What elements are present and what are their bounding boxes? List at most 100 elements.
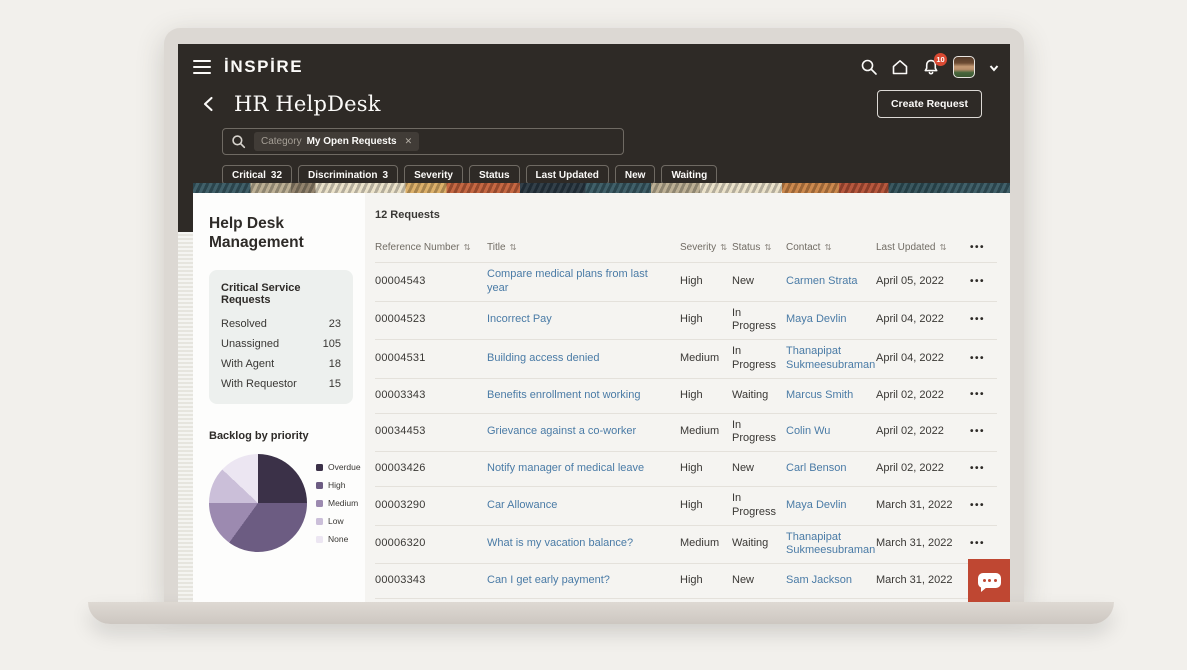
cell-status: Waiting xyxy=(732,537,786,551)
cell-status: New xyxy=(732,275,786,289)
cell-contact-link[interactable]: Colin Wu xyxy=(786,425,876,439)
cell-title-link[interactable]: Notify manager of medical leave xyxy=(487,462,680,476)
table-row[interactable]: 00003290Car AllowanceHighIn ProgressMaya… xyxy=(375,487,997,526)
filter-chip[interactable]: Status xyxy=(469,165,520,185)
table-row[interactable]: 00003343Can I get early payment?HighNewS… xyxy=(375,564,997,599)
legend-item: None xyxy=(316,534,361,544)
cell-last-updated: March 31, 2022 xyxy=(876,574,958,588)
table-row[interactable]: 00004531Building access deniedMediumIn P… xyxy=(375,340,997,379)
cell-contact-link[interactable]: Thanapipat Sukmeesubraman xyxy=(786,345,876,373)
sort-icon[interactable] xyxy=(510,242,517,253)
row-more-button[interactable] xyxy=(970,276,985,289)
home-icon[interactable] xyxy=(891,58,909,76)
filter-chip-count: 3 xyxy=(383,170,389,181)
filter-chip-label: New xyxy=(625,170,646,181)
table-row[interactable]: 00003343Benefits enrollment not workingH… xyxy=(375,379,997,414)
cell-reference-number: 00003426 xyxy=(375,462,487,476)
search-icon[interactable] xyxy=(860,58,878,76)
chevron-down-icon[interactable] xyxy=(988,61,1000,73)
cell-title-link[interactable]: Grievance against a co-worker xyxy=(487,425,680,439)
avatar[interactable] xyxy=(953,56,975,78)
column-label: Last Updated xyxy=(876,242,936,253)
cell-contact-link[interactable]: Carmen Strata xyxy=(786,275,876,289)
filter-chip-label: Severity xyxy=(414,170,453,181)
laptop-mockup: İNSPİRE 10 xyxy=(0,0,1187,670)
create-request-button[interactable]: Create Request xyxy=(877,90,982,118)
sort-icon[interactable] xyxy=(720,242,727,253)
filter-category-value: My Open Requests xyxy=(307,136,397,147)
cell-contact-link[interactable]: Thanapipat Sukmeesubraman xyxy=(786,531,876,559)
filter-chip[interactable]: New xyxy=(615,165,656,185)
cell-last-updated: April 02, 2022 xyxy=(876,462,958,476)
row-more-button[interactable] xyxy=(970,538,985,551)
filter-chip[interactable]: Discrimination3 xyxy=(298,165,398,185)
table-row[interactable]: 00034453Grievance against a co-workerMed… xyxy=(375,414,997,453)
table-actions-button[interactable] xyxy=(970,242,985,253)
sort-icon[interactable] xyxy=(764,242,771,253)
search-filter-chip[interactable]: Category My Open Requests ✕ xyxy=(254,132,419,151)
bell-icon[interactable]: 10 xyxy=(922,58,940,76)
back-button[interactable] xyxy=(200,95,218,113)
critical-requests-card: Critical Service Requests Resolved23Unas… xyxy=(209,270,353,404)
cell-last-updated: April 04, 2022 xyxy=(876,352,958,366)
cell-contact-link[interactable]: Marcus Smith xyxy=(786,389,876,403)
legend-swatch xyxy=(316,464,323,471)
cell-reference-number: 00004543 xyxy=(375,275,487,289)
cell-title-link[interactable]: Car Allowance xyxy=(487,499,680,513)
cell-title-link[interactable]: Can I get early payment? xyxy=(487,574,680,588)
cell-contact-link[interactable]: Maya Devlin xyxy=(786,313,876,327)
close-icon[interactable]: ✕ xyxy=(405,136,413,147)
request-count: 12 Requests xyxy=(375,209,997,221)
chat-button[interactable] xyxy=(968,559,1010,602)
column-header: Status xyxy=(732,242,786,253)
row-more-button[interactable] xyxy=(970,426,985,439)
row-more-button[interactable] xyxy=(970,500,985,513)
requests-panel: 12 Requests Reference NumberTitleSeverit… xyxy=(365,193,1010,602)
cell-reference-number: 00006320 xyxy=(375,537,487,551)
cell-title-link[interactable]: What is my vacation balance? xyxy=(487,537,680,551)
cell-reference-number: 00004523 xyxy=(375,313,487,327)
cell-reference-number: 00003290 xyxy=(375,499,487,513)
cell-title-link[interactable]: Benefits enrollment not working xyxy=(487,389,680,403)
cell-contact-link[interactable]: Carl Benson xyxy=(786,462,876,476)
legend-swatch xyxy=(316,482,323,489)
cell-contact-link[interactable]: Maya Devlin xyxy=(786,499,876,513)
row-more-button[interactable] xyxy=(970,389,985,402)
legend-label: Low xyxy=(328,516,344,526)
table-header: Reference NumberTitleSeverityStatusConta… xyxy=(375,242,997,263)
cell-contact-link[interactable]: Sam Jackson xyxy=(786,574,876,588)
stat-label: With Requestor xyxy=(221,378,297,390)
row-more-button[interactable] xyxy=(970,353,985,366)
cell-severity: High xyxy=(680,313,732,327)
filter-chip[interactable]: Waiting xyxy=(661,165,717,185)
stat-label: With Agent xyxy=(221,358,274,370)
row-more-button[interactable] xyxy=(970,463,985,476)
column-header: Last Updated xyxy=(876,242,958,253)
column-header: Reference Number xyxy=(375,242,487,253)
cell-title-link[interactable]: Incorrect Pay xyxy=(487,313,680,327)
cell-status: In Progress xyxy=(732,307,786,335)
sort-icon[interactable] xyxy=(940,242,947,253)
legend-swatch xyxy=(316,536,323,543)
stat-row: Unassigned105 xyxy=(221,334,341,354)
sort-icon[interactable] xyxy=(463,242,470,253)
table-row[interactable]: 00006320What is my vacation balance?Medi… xyxy=(375,526,997,565)
table-row[interactable]: 00003426Notify manager of medical leaveH… xyxy=(375,452,997,487)
search-input[interactable]: Category My Open Requests ✕ xyxy=(222,128,624,155)
legend-label: Overdue xyxy=(328,462,361,472)
filter-chip[interactable]: Severity xyxy=(404,165,463,185)
stat-value: 23 xyxy=(329,318,341,330)
table-row[interactable]: 00004523Incorrect PayHighIn ProgressMaya… xyxy=(375,302,997,341)
cell-status: In Progress xyxy=(732,419,786,447)
filter-chip[interactable]: Critical32 xyxy=(222,165,292,185)
cell-title-link[interactable]: Building access denied xyxy=(487,352,680,366)
sidebar-panel: Help Desk Management Critical Service Re… xyxy=(193,193,365,602)
filter-chip[interactable]: Last Updated xyxy=(526,165,609,185)
table-row[interactable]: 00004543Compare medical plans from last … xyxy=(375,263,997,302)
cell-severity: High xyxy=(680,462,732,476)
menu-icon[interactable] xyxy=(193,60,211,74)
row-more-button[interactable] xyxy=(970,314,985,327)
cell-title-link[interactable]: Compare medical plans from last year xyxy=(487,268,680,296)
app-logo: İNSPİRE xyxy=(224,57,303,77)
sort-icon[interactable] xyxy=(824,242,831,253)
